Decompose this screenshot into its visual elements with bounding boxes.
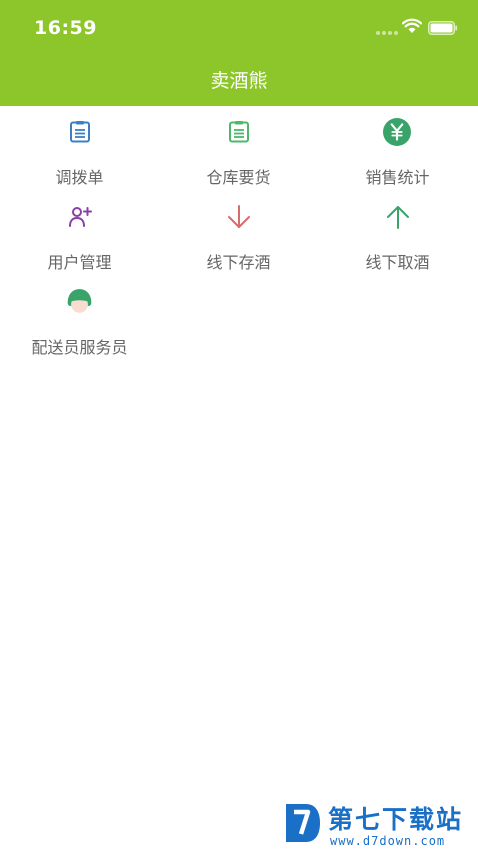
courier-avatar-icon [67, 289, 92, 313]
watermark-url: www.d7down.com [330, 834, 446, 848]
menu-item-label: 销售统计 [365, 168, 430, 187]
app-header: 16:59 卖酒熊 [0, 0, 478, 106]
watermark-brand: 第七下载站 [328, 805, 464, 834]
menu-item-offline-deposit[interactable]: 线下存酒 [159, 205, 318, 285]
status-bar: 16:59 [0, 0, 478, 56]
document-list-icon [229, 121, 249, 143]
arrow-up-icon [387, 206, 409, 229]
menu-item-warehouse-request[interactable]: 仓库要货 [159, 120, 318, 200]
menu-item-transfer-order[interactable]: 调拨单 [0, 120, 159, 200]
menu-item-courier-waiter[interactable]: 配送员服务员 [0, 289, 159, 370]
menu-item-label: 仓库要货 [206, 168, 271, 187]
menu-item-label: 用户管理 [47, 253, 112, 272]
document-list-icon [70, 121, 90, 143]
user-add-icon [69, 207, 92, 227]
menu-item-label: 调拨单 [55, 168, 104, 187]
menu-item-label: 配送员服务员 [31, 338, 128, 357]
menu-item-offline-withdraw[interactable]: 线下取酒 [318, 205, 477, 285]
wifi-icon [402, 18, 422, 33]
arrow-down-icon [228, 205, 250, 228]
menu-item-label: 线下取酒 [365, 253, 430, 272]
battery-icon [428, 21, 458, 35]
status-time: 16:59 [34, 17, 97, 39]
cellular-signal-icon [376, 31, 398, 35]
menu-item-label: 线下存酒 [206, 253, 271, 272]
menu-item-user-management[interactable]: 用户管理 [0, 205, 159, 285]
page-title: 卖酒熊 [210, 70, 268, 92]
yen-circle-icon [383, 118, 411, 146]
menu-item-sales-stats[interactable]: 销售统计 [318, 118, 477, 200]
watermark: 第七下载站 www.d7down.com [282, 798, 472, 850]
d7down-logo-icon [286, 804, 320, 842]
